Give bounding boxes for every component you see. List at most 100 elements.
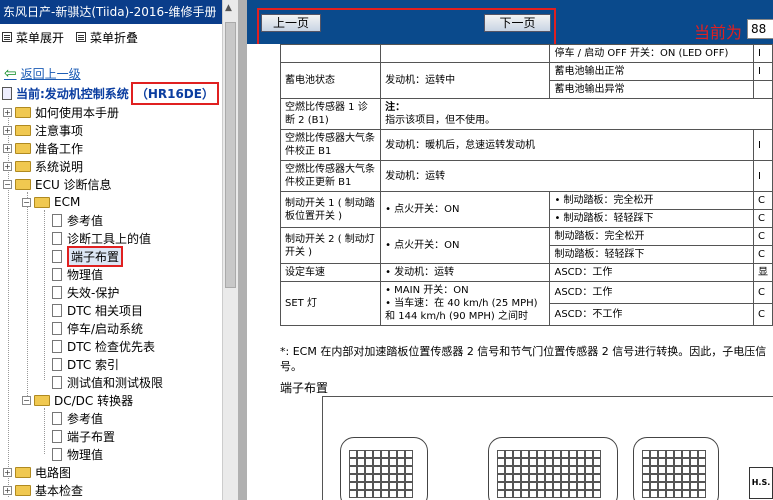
expand-plus-icon[interactable]: + — [3, 161, 12, 171]
tree-leaf-stop-start[interactable]: 停车/启动系统 — [52, 319, 143, 337]
connector-pin — [537, 490, 545, 498]
tree-node-ecm[interactable]: − ECM — [22, 193, 80, 211]
table-row: SET 灯 • MAIN 开关：ON • 当车速：在 40 km/h (25 MPH… — [279, 281, 773, 326]
expand-plus-icon[interactable]: + — [3, 485, 12, 495]
tree-node-basic[interactable]: + 基本检查 — [3, 481, 83, 499]
current-label: 当前:发动机控制系统 — [16, 86, 129, 101]
page-icon — [52, 267, 62, 281]
connector-pin — [642, 490, 650, 498]
tree-leaf-physical[interactable]: 物理值 — [52, 265, 103, 283]
connector-pin — [513, 450, 521, 458]
tree-node-how-to-use[interactable]: + 如何使用本手册 — [3, 103, 119, 121]
connector-pin — [577, 482, 585, 490]
connector-pin — [513, 482, 521, 490]
connector-pin — [529, 474, 537, 482]
tree-label: DC/DC 转换器 — [54, 393, 134, 408]
tree-node-circuit[interactable]: + 电路图 — [3, 463, 71, 481]
connector-pin — [650, 466, 658, 474]
tree-label-selected: 端子布置 — [67, 245, 124, 267]
connector-pin — [682, 450, 690, 458]
scrollbar-thumb[interactable] — [225, 22, 236, 288]
connector-pin — [698, 490, 706, 498]
connector-pin — [405, 482, 413, 490]
tree-node-prep[interactable]: + 准备工作 — [3, 139, 83, 157]
collapse-menu-button[interactable]: 菜单折叠 — [90, 29, 138, 46]
tree-leaf-dtc-priority[interactable]: DTC 检查优先表 — [52, 337, 155, 355]
collapse-minus-icon[interactable]: − — [22, 395, 31, 405]
connector-pin — [537, 450, 545, 458]
connector-pin — [569, 490, 577, 498]
connector-pin — [545, 482, 553, 490]
tree-leaf-test-values[interactable]: 测试值和测试极限 — [52, 373, 163, 391]
tree-label: 系统说明 — [35, 159, 84, 174]
connector-pin — [365, 458, 373, 466]
collapse-minus-icon[interactable]: − — [22, 197, 31, 207]
connector-pin — [521, 482, 529, 490]
expand-menu-button[interactable]: 菜单展开 — [16, 29, 64, 46]
expand-plus-icon[interactable]: + — [3, 143, 12, 153]
connector-pin — [537, 466, 545, 474]
expand-plus-icon[interactable]: + — [3, 467, 12, 477]
connector-pin — [666, 482, 674, 490]
connector-pin — [666, 450, 674, 458]
connector-pin — [389, 458, 397, 466]
connector-pin — [698, 450, 706, 458]
tree-leaf-reference[interactable]: 参考值 — [52, 211, 103, 229]
connector-pin — [545, 458, 553, 466]
tree-leaf-dcdc-terminal[interactable]: 端子布置 — [52, 427, 115, 445]
window-title: 东风日产-新骐达(Tiida)-2016-维修手册 — [0, 0, 222, 24]
folder-open-icon — [34, 196, 50, 208]
tree-node-notice[interactable]: + 注意事项 — [3, 121, 83, 139]
tree-label: 基本检查 — [35, 483, 84, 498]
connector-pin — [690, 450, 698, 458]
connector-pin — [521, 450, 529, 458]
page-number-input[interactable]: 88 — [747, 19, 773, 39]
connector-pin — [545, 490, 553, 498]
tree-node-ecu[interactable]: − ECU 诊断信息 — [3, 175, 112, 193]
tree-leaf-failsafe[interactable]: 失效-保护 — [52, 283, 119, 301]
expand-plus-icon[interactable]: + — [3, 125, 12, 135]
scroll-up-icon[interactable]: ▲ — [225, 3, 232, 13]
page-icon — [52, 321, 62, 335]
tree-leaf-dtc-index[interactable]: DTC 索引 — [52, 355, 119, 373]
connector-pin — [642, 458, 650, 466]
connector-pin — [513, 458, 521, 466]
connector-pin — [529, 458, 537, 466]
connector-1 — [340, 437, 428, 500]
tree-node-system[interactable]: + 系统说明 — [3, 157, 83, 175]
connector-pin — [593, 474, 601, 482]
tree-leaf-dtc[interactable]: DTC 相关项目 — [52, 301, 143, 319]
tree-leaf-terminal-layout[interactable]: 端子布置 — [52, 245, 124, 267]
tree-scrollbar[interactable]: ▲ — [222, 0, 238, 500]
connector-pin — [553, 474, 561, 482]
connector-pin — [537, 458, 545, 466]
connector-pin — [389, 450, 397, 458]
tree-leaf-dcdc-physical[interactable]: 物理值 — [52, 445, 103, 463]
connector-pin — [561, 450, 569, 458]
expand-plus-icon[interactable]: + — [3, 107, 12, 117]
connector-pin — [349, 474, 357, 482]
connector-pin — [642, 474, 650, 482]
collapse-minus-icon[interactable]: − — [3, 179, 12, 189]
tree-label: 停车/启动系统 — [67, 321, 144, 336]
back-link[interactable]: ⇦ 返回上一级 — [4, 64, 81, 82]
tree-label: 参考值 — [67, 411, 104, 426]
connector-pin — [373, 490, 381, 498]
tree-label: 注意事项 — [35, 123, 84, 138]
tree-leaf-diag-values[interactable]: 诊断工具上的值 — [52, 229, 151, 247]
folder-icon — [15, 106, 31, 118]
page-icon — [52, 429, 62, 443]
connector-pin — [569, 466, 577, 474]
page-icon — [52, 357, 62, 371]
connector-pin — [365, 474, 373, 482]
left-pane: 东风日产-新骐达(Tiida)-2016-维修手册 菜单展开 菜单折叠 ⇦ 返回… — [0, 0, 222, 500]
connector-pin — [349, 482, 357, 490]
splitter[interactable] — [238, 0, 247, 500]
tree-leaf-dcdc-reference[interactable]: 参考值 — [52, 409, 103, 427]
connector-pin — [357, 458, 365, 466]
page-icon — [52, 411, 62, 425]
tree-node-dcdc[interactable]: − DC/DC 转换器 — [22, 391, 133, 409]
connector-pin — [698, 482, 706, 490]
connector-pin — [658, 466, 666, 474]
connector-pin — [650, 450, 658, 458]
